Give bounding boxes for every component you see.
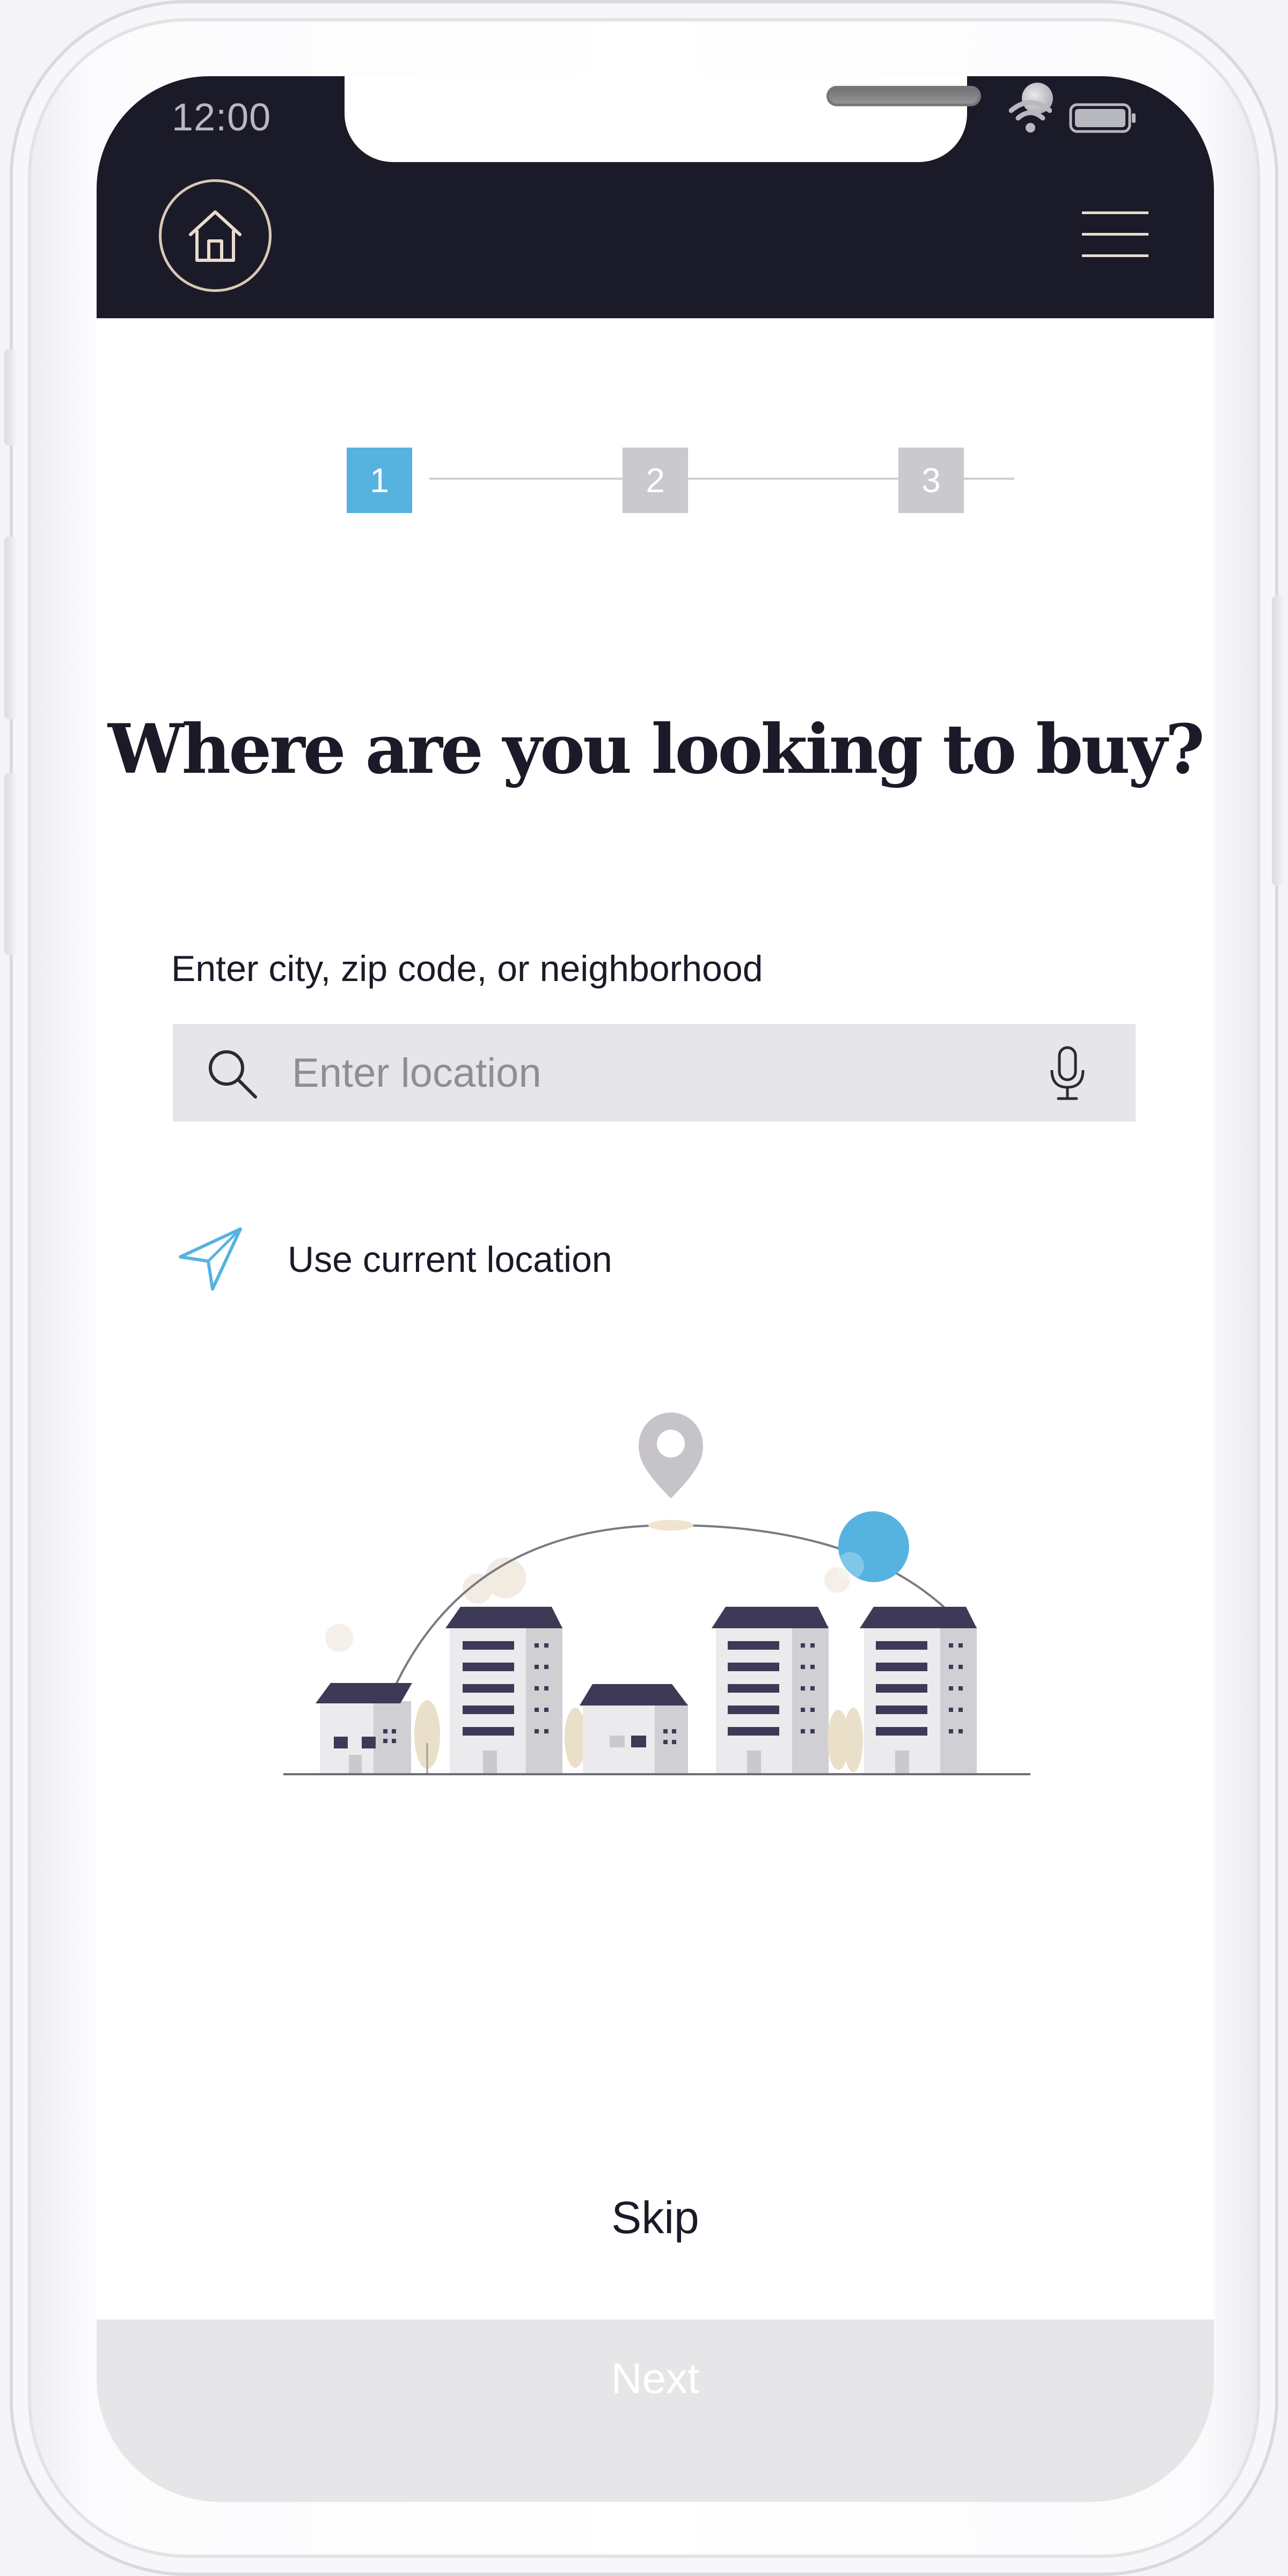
home-logo-button[interactable] [159,179,272,292]
step-3: 3 [898,448,964,513]
device-notch [345,76,1053,162]
search-icon [209,1050,257,1099]
battery-icon [1069,103,1136,133]
use-current-location-label: Use current location [288,1239,612,1280]
app-screen: 12:00 1 2 3 Where are you looking to buy… [97,76,1214,2502]
location-arrow-icon [179,1227,242,1291]
side-button-volume-up [4,537,16,719]
next-button[interactable]: Next [97,2319,1214,2502]
step-1: 1 [347,448,412,513]
wifi-icon [1009,100,1052,133]
page-title: Where are you looking to buy? [107,709,1205,789]
location-search-input[interactable] [292,1024,1011,1122]
side-button-silent [4,349,16,445]
app-header: 12:00 [97,76,1214,318]
microphone-icon[interactable] [1048,1045,1087,1101]
location-search-box [173,1024,1136,1122]
earpiece-speaker [826,86,981,106]
side-button-power [1272,596,1284,885]
status-time: 12:00 [172,96,272,139]
side-button-volume-down [4,773,16,955]
next-bar: Next [97,2319,1214,2502]
use-current-location-button[interactable]: Use current location [177,1226,612,1296]
location-field-label: Enter city, zip code, or neighborhood [171,948,763,989]
city-buildings-illustration [283,1413,1030,1775]
phone-frame: 12:00 1 2 3 Where are you looking to buy… [4,0,1284,2576]
skip-button[interactable]: Skip [548,2185,763,2250]
hamburger-menu-icon[interactable] [1082,211,1148,257]
step-2: 2 [623,448,688,513]
house-icon [189,210,241,262]
